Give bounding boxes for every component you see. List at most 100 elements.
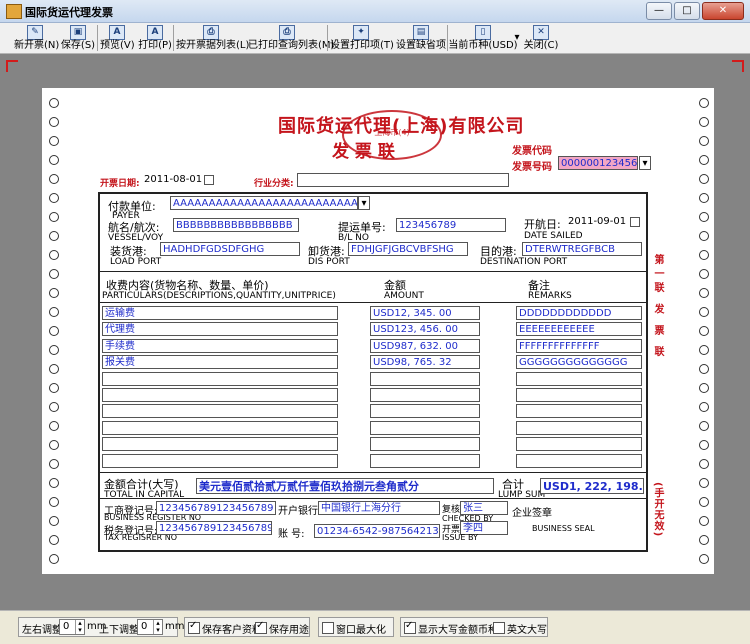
new-invoice-button[interactable]: ✎ 新开票(N)	[14, 23, 59, 53]
payer-dropdown[interactable]: ▾	[358, 196, 370, 210]
date-sailed-checkbox[interactable]	[630, 217, 640, 227]
minimize-button[interactable]: —	[646, 2, 672, 20]
row-item-field[interactable]: 运输费	[102, 306, 338, 320]
show-currency-label: 显示大写金额币种	[418, 625, 498, 636]
row-remark-field[interactable]	[516, 437, 642, 452]
tax-register-field[interactable]: 123456789123456789	[156, 521, 272, 535]
preview-button[interactable]: A 预览(V)	[100, 23, 135, 53]
feed-hole-icon	[49, 478, 59, 488]
checker-field[interactable]: 张三	[460, 501, 508, 515]
row-item-field[interactable]	[102, 371, 338, 386]
feed-hole-icon	[49, 193, 59, 203]
row-amount-field[interactable]: USD98, 765. 32	[370, 355, 480, 370]
issued-list-button[interactable]: ⎙ 按开票据列表(L)	[176, 23, 249, 53]
feed-hole-icon	[49, 155, 59, 165]
account-label: 账 号:	[278, 529, 305, 540]
total-capital-field[interactable]: 美元壹佰贰拾贰万贰仟壹佰玖拾捌元叁角贰分	[196, 478, 494, 494]
spinner-arrows-icon[interactable]: ▴ ▾	[75, 620, 84, 634]
feed-hole-icon	[49, 98, 59, 108]
row-item-field[interactable]: 手续费	[102, 338, 338, 353]
row-remark-field[interactable]: DDDDDDDDDDDD	[516, 306, 642, 320]
show-currency-checkbox[interactable]: 显示大写金额币种	[404, 620, 498, 636]
row-remark-field[interactable]: FFFFFFFFFFFFFF	[516, 338, 642, 353]
industry-field[interactable]	[297, 173, 509, 187]
account-field[interactable]: 01234-6542-987564213	[314, 524, 440, 538]
lr-adjust-spinner[interactable]: 0 ▴ ▾	[59, 619, 85, 635]
window-close-button[interactable]: ✕	[702, 2, 744, 20]
feed-hole-icon	[49, 136, 59, 146]
maximize-button[interactable]: □	[674, 2, 700, 20]
row-remark-field[interactable]	[516, 388, 642, 402]
row-item-field[interactable]	[102, 420, 338, 435]
feed-hole-icon	[699, 250, 709, 260]
row-item-field[interactable]: 报关费	[102, 355, 338, 370]
default-settings-button[interactable]: ▤ 设置缺省项	[396, 23, 446, 53]
save-purpose-checkbox[interactable]: 保存用途	[255, 620, 309, 636]
feed-hole-icon	[49, 516, 59, 526]
print-button[interactable]: A 打印(P)	[138, 23, 172, 53]
feed-hole-icon	[699, 117, 709, 127]
display-options-group: 显示大写金额币种 英文大写	[400, 617, 548, 637]
english-caps-checkbox[interactable]: 英文大写	[493, 621, 547, 636]
bank-field[interactable]: 中国银行上海分行	[318, 501, 440, 515]
row-remark-field[interactable]	[516, 420, 642, 435]
row-remark-field[interactable]: GGGGGGGGGGGGGG	[516, 355, 642, 370]
row-amount-field[interactable]	[370, 371, 480, 386]
row-item-field[interactable]	[102, 404, 338, 419]
business-register-field[interactable]: 123456789123456789	[156, 501, 276, 515]
print-settings-button[interactable]: ✦ 设置打印项(T)	[330, 23, 394, 53]
close-button[interactable]: ✕ 关闭(C)	[522, 23, 560, 53]
bl-field[interactable]: 123456789	[396, 218, 506, 232]
currency-button[interactable]: ▯ 当前币种(USD)	[448, 23, 518, 53]
issue-date-value[interactable]: 2011-08-01	[144, 174, 202, 185]
settings-icon: ✦	[353, 25, 369, 40]
row-amount-field[interactable]	[370, 453, 480, 468]
feed-hole-icon	[699, 326, 709, 336]
dest-port-field[interactable]: DTERWTREGFBCB	[522, 242, 642, 256]
invoice-no-field[interactable]: 000000123456	[558, 156, 638, 170]
feed-hole-icon	[699, 497, 709, 507]
save-customer-checkbox[interactable]: 保存客户资料	[188, 620, 262, 636]
row-remark-field[interactable]	[516, 453, 642, 468]
save-disk-icon: ▣	[70, 25, 86, 40]
checkbox-checked-icon	[404, 620, 416, 634]
vessel-en-label: VESSEL/VOY	[108, 233, 164, 243]
feed-hole-icon	[49, 345, 59, 355]
maximize-window-checkbox[interactable]: 窗口最大化	[322, 621, 386, 636]
invoice-no-dropdown[interactable]: ▾	[639, 156, 651, 170]
currency-dropdown-icon[interactable]: ▾	[512, 23, 522, 53]
feed-hole-icon	[49, 402, 59, 412]
row-remark-field[interactable]: EEEEEEEEEEEE	[516, 322, 642, 337]
ud-adjust-spinner[interactable]: 0 ▴ ▾	[137, 619, 163, 635]
dis-port-field[interactable]: FDHJGFJGBCVBFSHG	[348, 242, 468, 256]
row-item-field[interactable]	[102, 453, 338, 468]
issue-date-checkbox[interactable]	[204, 175, 214, 185]
load-port-field[interactable]: HADHDFGDSDFGHG	[160, 242, 300, 256]
row-item-field[interactable]	[102, 437, 338, 452]
row-amount-field[interactable]: USD123, 456. 00	[370, 322, 480, 337]
row-remark-field[interactable]	[516, 404, 642, 419]
row-amount-field[interactable]	[370, 437, 480, 452]
save-button[interactable]: ▣ 保存(S)	[60, 23, 96, 53]
row-item-field[interactable]: 代理费	[102, 322, 338, 337]
row-amount-field[interactable]: USD12, 345. 00	[370, 306, 480, 320]
row-amount-field[interactable]	[370, 420, 480, 435]
row-item-field[interactable]	[102, 388, 338, 402]
row-amount-field[interactable]: USD987, 632. 00	[370, 338, 480, 353]
feed-hole-icon	[49, 174, 59, 184]
row-amount-field[interactable]	[370, 404, 480, 419]
print-button-label: 打印(P)	[138, 40, 172, 51]
row-amount-field[interactable]	[370, 388, 480, 402]
lump-sum-field[interactable]: USD1, 222, 198. 32	[540, 478, 644, 494]
payer-field[interactable]: AAAAAAAAAAAAAAAAAAAAAAAAAAAAAA	[170, 196, 358, 210]
preview-icon: A	[109, 25, 125, 40]
printed-query-button[interactable]: ⎙ 已打印查询列表(M)	[248, 23, 335, 53]
printed-query-button-label: 已打印查询列表(M)	[248, 40, 335, 51]
col-amount-en-header: AMOUNT	[384, 291, 424, 301]
vessel-field[interactable]: BBBBBBBBBBBBBBBBB	[173, 218, 299, 232]
feed-hole-icon	[699, 383, 709, 393]
feed-hole-icon	[49, 535, 59, 545]
row-remark-field[interactable]	[516, 371, 642, 386]
date-sailed-value[interactable]: 2011-09-01	[568, 216, 626, 227]
spinner-arrows-icon[interactable]: ▴ ▾	[153, 620, 162, 634]
